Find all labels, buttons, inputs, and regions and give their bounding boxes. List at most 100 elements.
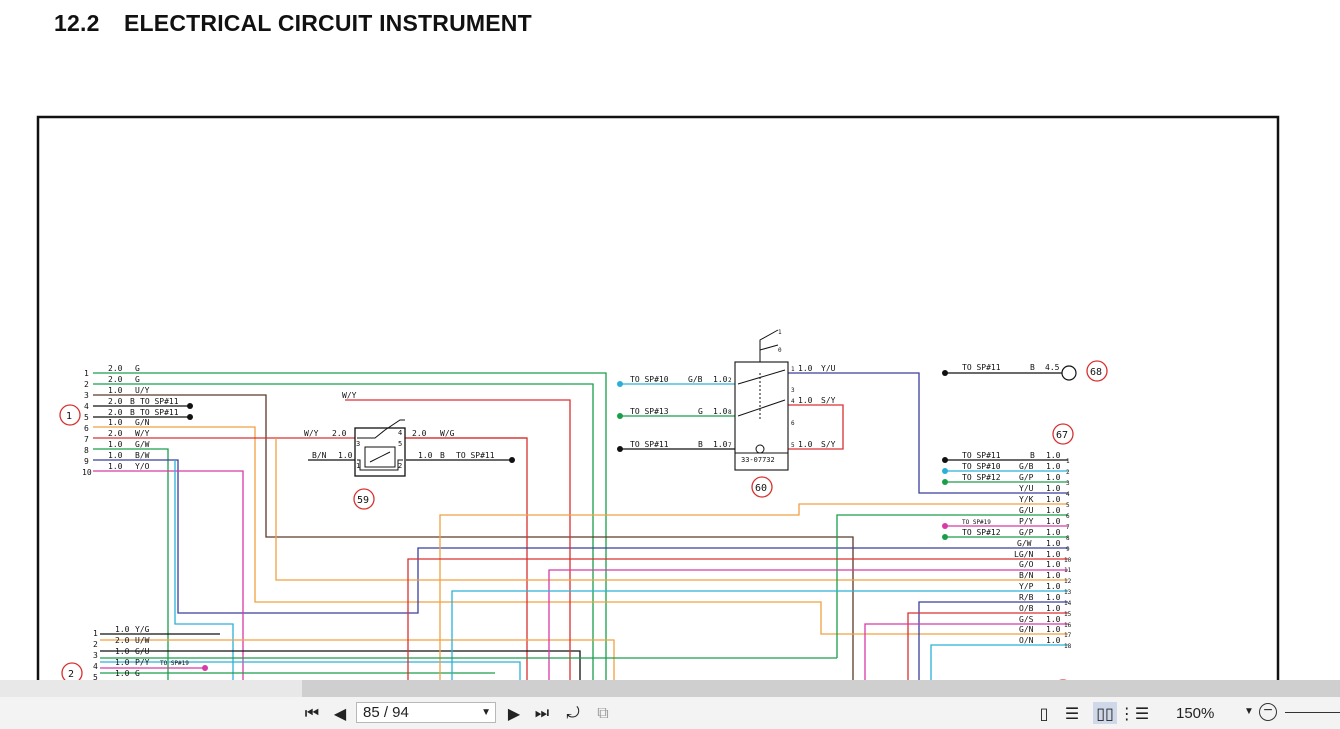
svg-text:7: 7	[728, 442, 732, 449]
svg-text:Y/P: Y/P	[1019, 582, 1034, 591]
zoom-dropdown-icon[interactable]: ▼	[1244, 706, 1254, 717]
svg-text:G/B: G/B	[688, 375, 703, 384]
svg-text:G/U: G/U	[135, 647, 150, 656]
svg-text:1.0: 1.0	[1046, 550, 1061, 559]
svg-text:W/Y: W/Y	[342, 391, 357, 400]
svg-text:1.0: 1.0	[1046, 506, 1061, 515]
page-number-select[interactable]: 85 / 94 ▼	[356, 702, 496, 723]
c1-pin: 1	[84, 369, 89, 378]
svg-text:14: 14	[1064, 600, 1072, 607]
svg-text:9: 9	[1066, 546, 1070, 553]
wire-size: 1.0	[108, 386, 123, 395]
wire-size: 2.0	[108, 397, 123, 406]
svg-text:1.0: 1.0	[1046, 615, 1061, 624]
two-page-icon[interactable]: ▯▯	[1093, 702, 1117, 724]
wiring-diagram: 1 2 3 4 5 6 7 8 9 10 2.0 G 2.0 G 1.0 U/Y…	[36, 115, 1280, 680]
svg-text:B/N: B/N	[1019, 571, 1034, 580]
c1-pin: 2	[84, 380, 89, 389]
zoom-level[interactable]: 150%	[1176, 705, 1214, 722]
next-page-icon[interactable]: ▶	[504, 702, 524, 724]
svg-text:TO SP#13: TO SP#13	[630, 407, 669, 416]
zoom-slider[interactable]	[1285, 712, 1340, 713]
svg-text:1.0: 1.0	[1046, 517, 1061, 526]
last-page-icon[interactable]: ⏭	[532, 702, 552, 724]
svg-text:1.0: 1.0	[798, 396, 813, 405]
svg-text:1.0: 1.0	[1046, 451, 1061, 460]
svg-text:17: 17	[1064, 632, 1072, 639]
svg-text:2: 2	[728, 377, 732, 384]
svg-text:33-07732: 33-07732	[741, 456, 775, 464]
svg-text:4.5: 4.5	[1045, 363, 1060, 372]
fit-icon[interactable]: ⧉	[592, 702, 614, 724]
svg-text:Y/K: Y/K	[1019, 495, 1034, 504]
svg-text:1.0: 1.0	[1046, 473, 1061, 482]
rotate-icon[interactable]: ⤾	[562, 702, 584, 724]
svg-text:1.0: 1.0	[1046, 560, 1061, 569]
svg-text:TO SP#11: TO SP#11	[962, 451, 1001, 460]
svg-text:TO SP#11: TO SP#11	[630, 440, 669, 449]
zoom-out-icon[interactable]: −	[1259, 703, 1277, 721]
viewer-toolbar: ⏮ ◀ 85 / 94 ▼ ▶ ⏭ ⤾ ⧉ ▯ ☰ ▯▯ ⋮☰ 150% ▼ −	[0, 697, 1340, 729]
c1-pin: 10	[82, 468, 92, 477]
svg-text:1.0: 1.0	[338, 451, 353, 460]
svg-text:Y/U: Y/U	[821, 364, 836, 373]
svg-text:2: 2	[398, 462, 402, 470]
svg-text:TO SP#10: TO SP#10	[962, 462, 1001, 471]
wire-color: B	[130, 408, 135, 417]
svg-text:1.0: 1.0	[115, 658, 130, 667]
svg-text:S/Y: S/Y	[821, 440, 836, 449]
component-2-label: 2	[68, 669, 74, 680]
svg-text:1.0: 1.0	[115, 625, 130, 634]
svg-text:1.0: 1.0	[1046, 593, 1061, 602]
svg-text:B: B	[698, 440, 703, 449]
svg-text:1: 1	[356, 462, 360, 470]
svg-text:15: 15	[1064, 611, 1072, 618]
wire-size: 2.0	[108, 429, 123, 438]
svg-text:3: 3	[356, 440, 360, 448]
horizontal-scrollbar[interactable]	[0, 680, 1340, 697]
svg-text:B/N: B/N	[312, 451, 327, 460]
svg-text:1.0: 1.0	[1046, 528, 1061, 537]
svg-text:R/B: R/B	[1019, 593, 1034, 602]
svg-text:P/Y: P/Y	[1019, 517, 1034, 526]
component-59-label: 59	[357, 495, 369, 506]
wire-color: Y/O	[135, 462, 150, 471]
svg-text:B: B	[1030, 451, 1035, 460]
component-1-label: 1	[66, 411, 72, 422]
c1-pin: 4	[84, 402, 89, 411]
prev-page-icon[interactable]: ◀	[330, 702, 350, 724]
svg-text:1.0: 1.0	[1046, 604, 1061, 613]
svg-text:1.0: 1.0	[1046, 462, 1061, 471]
svg-text:TO SP#12: TO SP#12	[962, 528, 1001, 537]
first-page-icon[interactable]: ⏮	[302, 702, 322, 724]
svg-text:8: 8	[1066, 535, 1070, 542]
svg-text:TO SP#10: TO SP#10	[630, 375, 669, 384]
svg-text:LG/N: LG/N	[1014, 550, 1033, 559]
svg-text:G/N: G/N	[1019, 625, 1034, 634]
splice-dot	[187, 414, 193, 420]
svg-text:16: 16	[1064, 622, 1072, 629]
svg-text:11: 11	[1064, 567, 1072, 574]
svg-text:6: 6	[1066, 513, 1070, 520]
single-page-icon[interactable]: ▯	[1034, 702, 1054, 724]
c1-pin: 7	[84, 435, 89, 444]
svg-text:O/N: O/N	[1019, 636, 1034, 645]
svg-text:8: 8	[728, 409, 732, 416]
svg-text:2.0: 2.0	[332, 429, 347, 438]
svg-text:G: G	[135, 669, 140, 678]
svg-text:1.0: 1.0	[1046, 625, 1061, 634]
scroll-icon[interactable]: ☰	[1062, 702, 1082, 724]
svg-text:1: 1	[93, 629, 98, 638]
diagram-frame	[36, 115, 1280, 680]
svg-text:5: 5	[93, 673, 98, 680]
svg-text:5: 5	[1066, 502, 1070, 509]
c1-pin: 3	[84, 391, 89, 400]
svg-text:S/Y: S/Y	[821, 396, 836, 405]
scrollbar-thumb[interactable]	[302, 680, 1340, 697]
split-icon[interactable]: ⋮☰	[1119, 702, 1149, 724]
svg-text:TO SP#11: TO SP#11	[456, 451, 495, 460]
wire-color: G/N	[135, 418, 150, 427]
svg-text:2.0: 2.0	[412, 429, 427, 438]
wire-color: U/Y	[135, 386, 150, 395]
svg-text:1.0: 1.0	[798, 364, 813, 373]
